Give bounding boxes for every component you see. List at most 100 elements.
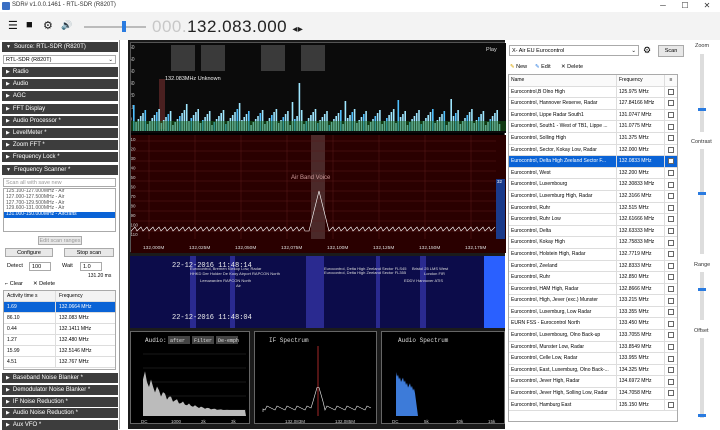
section-header[interactable]: ▶ Audio <box>2 79 118 90</box>
minimize-button[interactable]: ─ <box>656 1 670 10</box>
section-header[interactable]: ▶ Zoom FFT * <box>2 140 118 151</box>
section-header[interactable]: ▶ FFT Display <box>2 103 118 114</box>
if-spectrum-panel[interactable]: IF Spectrum 132.083M 132.085M <box>254 331 377 424</box>
table-row[interactable]: Eurocontrol, HAM High, Radar 132.8666 MHz <box>509 283 677 296</box>
checkbox[interactable] <box>665 145 677 156</box>
wait-input[interactable]: 1.0 <box>80 262 102 271</box>
table-row[interactable]: 0.44 132.1411 MHz <box>4 324 115 335</box>
scan-results-table[interactable]: Activity time s Frequency 1.69 132.0664 MHz… <box>3 290 116 370</box>
checkbox[interactable] <box>665 98 677 109</box>
checkbox[interactable] <box>665 249 677 260</box>
column-header[interactable]: Frequency <box>617 75 665 86</box>
menu-icon[interactable]: ☰ <box>8 19 18 32</box>
column-header[interactable]: Activity time s <box>4 291 56 301</box>
checkbox[interactable] <box>665 376 677 387</box>
section-header[interactable]: ▶ Frequency Lock * <box>2 152 118 163</box>
table-row[interactable]: Eurocontrol, Celle Low, Radar 133.955 MHz <box>509 353 677 365</box>
category-select[interactable]: X- Air EU Eurocontrol ⌄ <box>509 45 639 56</box>
source-select[interactable]: RTL-SDR (R820T) ⌄ <box>3 55 116 64</box>
checkbox[interactable] <box>665 272 677 283</box>
close-button[interactable]: ✕ <box>700 1 714 10</box>
checkbox[interactable] <box>665 87 677 98</box>
table-row[interactable]: 15.99 132.5146 MHz <box>4 346 115 357</box>
column-header[interactable]: ≡ <box>665 75 677 86</box>
table-row[interactable]: Eurocontrol, Solling High 131.375 MHz <box>509 132 677 145</box>
range-knob[interactable] <box>698 288 706 291</box>
table-row[interactable]: Eurocontrol, Ruhr Low 132.61666 MHz <box>509 214 677 226</box>
zoom-knob[interactable] <box>698 108 706 111</box>
table-row[interactable]: Eurocontrol,B Olno High 125.975 MHz <box>509 86 677 99</box>
volume-slider[interactable] <box>84 26 146 28</box>
table-row[interactable]: Eurocontrol, Delta 132.63333 MHz <box>509 225 677 238</box>
zoom-slider[interactable] <box>700 54 704 132</box>
volume-knob[interactable] <box>122 21 126 32</box>
table-row[interactable]: Eurocontrol, East, Luxemburg, Olno Back-… <box>509 364 677 377</box>
table-row[interactable]: Eurocontrol, Luxembourg 132.30833 MHz <box>509 179 677 191</box>
section-header[interactable]: ▶ Radio <box>2 67 118 77</box>
checkbox[interactable] <box>665 214 677 225</box>
edit-scan-ranges-button[interactable]: Edit scan ranges <box>38 236 82 245</box>
table-row[interactable]: Eurocontrol, Luxemburg High, Radar 132.31… <box>509 190 677 203</box>
checkbox[interactable] <box>665 203 677 214</box>
table-row[interactable]: 4.51 132.767 MHz <box>4 357 115 368</box>
detect-input[interactable]: 100 <box>29 262 51 271</box>
checkbox[interactable] <box>665 353 677 364</box>
checkbox[interactable] <box>665 330 677 341</box>
table-row[interactable]: Eurocontrol, Sector, Kokay Low, Radar 132… <box>509 144 677 157</box>
frequency-display[interactable]: 000.132.083.000 ◂▸ <box>152 17 303 37</box>
table-row[interactable]: Eurocontrol, Zeeland 132.8333 MHz <box>509 260 677 273</box>
stop-scan-button[interactable]: Stop scan <box>64 248 114 257</box>
section-header[interactable]: ▶ IF Noise Reduction * <box>2 396 118 407</box>
contrast-knob[interactable] <box>698 192 706 195</box>
section-header[interactable]: ▼ Frequency Scanner * <box>2 164 118 175</box>
scan-range-list[interactable]: 125.100-127.000MHz - Air 127.000-127.500M… <box>3 188 116 232</box>
column-header[interactable]: Name <box>509 75 617 86</box>
source-header[interactable]: ▼ Source: RTL-SDR (R820T) <box>2 42 118 52</box>
stop-icon[interactable]: ■ <box>26 19 33 31</box>
checkbox[interactable] <box>665 295 677 306</box>
new-button[interactable]: ✎ New <box>510 64 527 70</box>
table-row[interactable]: Eurocontrol, Hannover Reserve, Radar 127.… <box>509 98 677 110</box>
section-header[interactable]: ▶ LevelMeter * <box>2 128 118 138</box>
checkbox[interactable] <box>665 168 677 179</box>
checkbox[interactable] <box>665 133 677 144</box>
section-header[interactable]: ▶ Audio Processor * <box>2 115 118 126</box>
section-header[interactable]: ▶ Demodulator Noise Blanker * <box>2 384 118 395</box>
table-row[interactable]: Eurocontrol, Delta High Zeeland Sector F… <box>509 156 677 168</box>
configure-button[interactable]: Configure <box>5 248 53 257</box>
table-row[interactable]: EURN FSS - Eurocontrol North 133.450 MHz <box>509 318 677 331</box>
checkbox[interactable] <box>665 388 677 399</box>
table-row[interactable]: Eurocontrol, Jever High, Radar 134.6972 M… <box>509 376 677 389</box>
table-row[interactable]: Eurocontrol, Jever High, Solling Low, Ra… <box>509 388 677 400</box>
settings-gear-icon[interactable]: ⚙ <box>643 45 651 56</box>
section-header[interactable]: ▶ Audio Noise Reduction * <box>2 408 118 419</box>
column-header[interactable]: Frequency <box>56 291 83 301</box>
table-row[interactable]: Eurocontrol, South1 - West of TB1, Lippe… <box>509 121 677 133</box>
clear-button[interactable]: ⌐ Clear <box>5 281 23 287</box>
waterfall-panel[interactable]: Eurocontrol, Bremen Kiekop Low, Radar HHK… <box>130 256 505 328</box>
checkbox[interactable] <box>665 365 677 376</box>
table-row[interactable]: Eurocontrol, West 132.200 MHz <box>509 167 677 180</box>
maximize-button[interactable]: ☐ <box>678 1 692 10</box>
checkbox[interactable] <box>665 226 677 237</box>
checkbox[interactable] <box>665 261 677 272</box>
audio-panel[interactable]: Audio: after Filter De-emph DC 1000 2k 3k <box>130 331 250 424</box>
edit-button[interactable]: ✎ Edit <box>535 64 551 70</box>
table-row[interactable]: Eurocontrol, Munster Low, Radar 133.8549 … <box>509 341 677 354</box>
offset-slider[interactable] <box>700 338 704 418</box>
checkbox[interactable] <box>665 237 677 248</box>
table-row[interactable]: Eurocontrol, Ruhr 132.515 MHz <box>509 202 677 215</box>
checkbox[interactable] <box>665 121 677 132</box>
frequency-step-arrows[interactable]: ◂▸ <box>292 24 303 35</box>
checkbox[interactable] <box>665 318 677 329</box>
checkbox[interactable] <box>665 110 677 121</box>
checkbox[interactable] <box>665 307 677 318</box>
gear-icon[interactable]: ⚙ <box>43 19 53 32</box>
checkbox[interactable] <box>665 342 677 353</box>
table-row[interactable]: 1.69 132.0664 MHz <box>4 302 115 313</box>
contrast-slider[interactable] <box>700 149 704 254</box>
offset-knob[interactable] <box>698 414 706 417</box>
table-row[interactable]: Eurocontrol, High, Jever (exc.) Munster 1… <box>509 295 677 307</box>
checkbox[interactable] <box>665 284 677 295</box>
frequency-table[interactable]: Name Frequency ≡ Eurocontrol,B Olno High 125… <box>508 74 678 422</box>
